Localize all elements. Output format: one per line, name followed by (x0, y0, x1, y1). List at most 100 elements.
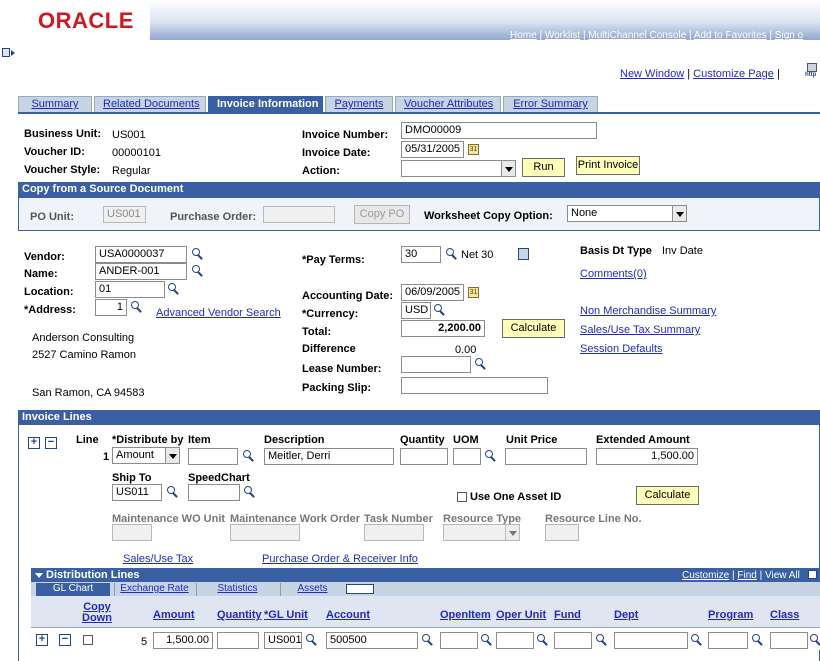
menu-toggle-icon[interactable] (2, 48, 15, 59)
dist-class-input[interactable] (770, 632, 808, 649)
advanced-vendor-search-link[interactable]: Advanced Vendor Search (156, 307, 281, 319)
action-select[interactable] (401, 160, 516, 177)
http-icon[interactable]: http (805, 63, 819, 79)
quantity-input[interactable] (400, 448, 448, 465)
uom-input[interactable] (453, 448, 481, 465)
dist-tab-statistics[interactable]: Statistics (196, 583, 278, 596)
add-row-icon[interactable]: + (28, 437, 40, 449)
search-icon[interactable] (596, 634, 607, 645)
total-input[interactable]: 2,200.00 (401, 320, 485, 337)
calendar-icon[interactable]: 31 (468, 287, 479, 298)
accounting-date-input[interactable]: 06/09/2005 (401, 284, 464, 301)
new-window-link[interactable]: New Window (620, 68, 684, 80)
search-icon[interactable] (243, 450, 254, 461)
maintenance-wo-unit-input[interactable] (112, 524, 152, 541)
tab-summary[interactable]: Summary (18, 96, 92, 112)
col-openitem[interactable]: OpenItem (440, 609, 491, 621)
search-icon[interactable] (422, 634, 433, 645)
dist-tab-gl-chart[interactable]: GL Chart (36, 583, 110, 596)
col-gl-unit[interactable]: *GL Unit (264, 609, 308, 621)
terms-calculator-icon[interactable] (518, 248, 529, 260)
description-input[interactable]: Meitler, Derri (264, 448, 394, 465)
speedchart-input[interactable] (188, 484, 240, 501)
item-input[interactable] (188, 448, 238, 465)
favorites-link[interactable]: Add to Favorites (694, 30, 767, 41)
home-link[interactable]: Home (510, 30, 537, 41)
vendor-input[interactable]: USA0000037 (95, 246, 187, 263)
address-input[interactable]: 1 (95, 299, 127, 316)
tab-error-summary[interactable]: Error Summary (503, 96, 598, 112)
po-unit-input[interactable]: US001 (103, 206, 146, 223)
maintenance-work-order-input[interactable] (230, 524, 300, 541)
col-account[interactable]: Account (326, 609, 370, 621)
search-icon[interactable] (485, 450, 496, 461)
copy-po-button[interactable]: Copy PO (354, 205, 410, 224)
col-fund[interactable]: Fund (554, 609, 581, 621)
search-icon[interactable] (168, 283, 179, 294)
tab-related-documents[interactable]: Related Documents (94, 96, 206, 112)
collapse-icon[interactable] (35, 573, 43, 578)
copy-down-checkbox[interactable] (83, 635, 93, 645)
packing-slip-input[interactable] (401, 377, 548, 394)
resource-line-input[interactable] (545, 524, 579, 541)
invoice-number-input[interactable]: DMO00009 (401, 122, 597, 139)
session-defaults-link[interactable]: Session Defaults (580, 343, 663, 355)
use-one-asset-checkbox[interactable] (457, 492, 467, 502)
dist-fund-input[interactable] (554, 632, 592, 649)
search-icon[interactable] (537, 634, 548, 645)
worksheet-copy-select[interactable]: None (567, 205, 687, 222)
search-icon[interactable] (192, 265, 203, 276)
multichannel-link[interactable]: MultiChannel Console (588, 30, 686, 41)
add-dist-row-icon[interactable]: + (36, 634, 48, 646)
search-icon[interactable] (131, 301, 142, 312)
sales-use-tax-link[interactable]: Sales/Use Tax (123, 553, 193, 565)
calendar-icon[interactable]: 31 (468, 144, 479, 155)
col-class[interactable]: Class (770, 609, 799, 621)
name-input[interactable]: ANDER-001 (95, 263, 187, 280)
search-icon[interactable] (752, 634, 763, 645)
distribute-by-select[interactable]: Amount (112, 447, 180, 464)
tab-payments[interactable]: Payments (325, 96, 393, 112)
extended-amount-input[interactable]: 1,500.00 (596, 448, 698, 465)
search-icon[interactable] (167, 486, 178, 497)
sales-use-tax-summary-link[interactable]: Sales/Use Tax Summary (580, 324, 700, 336)
pay-terms-input[interactable]: 30 (401, 246, 441, 263)
line-calculate-button[interactable]: Calculate (636, 486, 699, 505)
task-number-input[interactable] (364, 524, 424, 541)
resource-type-select[interactable] (443, 524, 520, 541)
search-icon[interactable] (481, 634, 492, 645)
dist-program-input[interactable] (708, 632, 748, 649)
dist-gl-unit-input[interactable]: US001 (264, 632, 302, 649)
search-icon[interactable] (475, 358, 486, 369)
dist-account-input[interactable]: 500500 (326, 632, 418, 649)
search-icon[interactable] (434, 304, 445, 315)
ship-to-input[interactable]: US011 (112, 484, 162, 501)
lease-number-input[interactable] (401, 356, 471, 373)
currency-input[interactable]: USD (401, 302, 431, 319)
col-amount[interactable]: Amount (153, 609, 195, 621)
search-icon[interactable] (446, 248, 457, 259)
po-receiver-info-link[interactable]: Purchase Order & Receiver Info (262, 553, 418, 565)
find-link[interactable]: Find (737, 570, 756, 581)
location-input[interactable]: 01 (95, 281, 165, 298)
signout-link[interactable]: Sign o (775, 30, 803, 41)
delete-row-icon[interactable]: − (45, 437, 57, 449)
tab-voucher-attributes[interactable]: Voucher Attributes (395, 96, 501, 112)
search-icon[interactable] (810, 634, 820, 645)
unit-price-input[interactable] (505, 448, 587, 465)
search-icon[interactable] (244, 486, 255, 497)
invoice-date-input[interactable]: 05/31/2005 (401, 141, 464, 158)
view-all-link[interactable]: View All (765, 570, 800, 581)
run-button[interactable]: Run (522, 158, 565, 177)
search-icon[interactable] (306, 634, 317, 645)
calculate-button[interactable]: Calculate (502, 319, 565, 338)
grid-download-icon[interactable] (808, 570, 817, 579)
dist-amount-input[interactable]: 1,500.00 (153, 632, 213, 649)
non-merchandise-summary-link[interactable]: Non Merchandise Summary (580, 305, 716, 317)
col-dept[interactable]: Dept (614, 609, 638, 621)
customize-page-link[interactable]: Customize Page (693, 68, 774, 80)
dist-oper-unit-input[interactable] (496, 632, 534, 649)
dist-dept-input[interactable] (614, 632, 688, 649)
col-oper-unit[interactable]: Oper Unit (496, 609, 546, 621)
tab-invoice-information[interactable]: Invoice Information (208, 96, 323, 112)
